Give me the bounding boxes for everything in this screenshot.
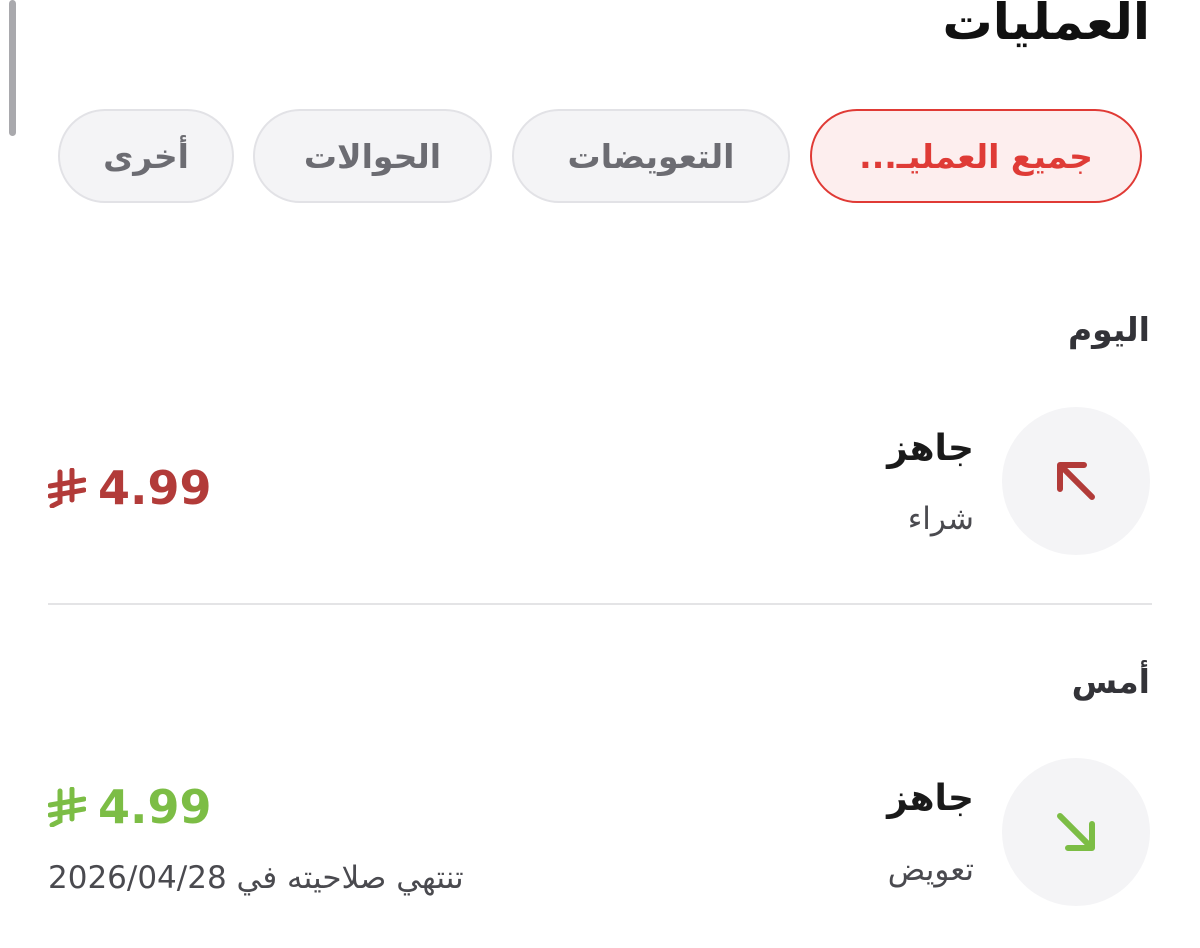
transaction-amount: 4.99 (48, 458, 212, 518)
transaction-icon-circle (1002, 407, 1150, 555)
divider (48, 603, 1152, 605)
section-label-yesterday: أمس (1071, 662, 1150, 701)
scroll-indicator[interactable] (9, 0, 16, 136)
arrow-down-right-icon (1057, 813, 1095, 851)
section-label-today: اليوم (1067, 310, 1150, 349)
saudi-riyal-icon (48, 787, 86, 827)
saudi-riyal-icon (48, 468, 86, 508)
transaction-icon-circle (1002, 758, 1150, 906)
amount-value: 4.99 (98, 780, 212, 834)
filter-chip-transfers[interactable]: الحوالات (253, 109, 492, 203)
expiry-date-text: تنتهي صلاحيته في 2026/04/28 (48, 860, 464, 896)
amount-value: 4.99 (98, 461, 212, 515)
filter-chip-all[interactable]: جميع العمليـ... (810, 109, 1142, 203)
transaction-amount: 4.99 (48, 777, 212, 837)
merchant-name: جاهز (887, 778, 974, 819)
arrow-up-left-icon (1057, 462, 1095, 500)
transaction-type: تعويض (887, 852, 974, 888)
filter-chip-compensations[interactable]: التعويضات (512, 109, 790, 203)
merchant-name: جاهز (887, 428, 974, 469)
transaction-type: شراء (907, 501, 974, 537)
page-title: العمليات (942, 0, 1151, 51)
filter-chip-other[interactable]: أخرى (58, 109, 234, 203)
